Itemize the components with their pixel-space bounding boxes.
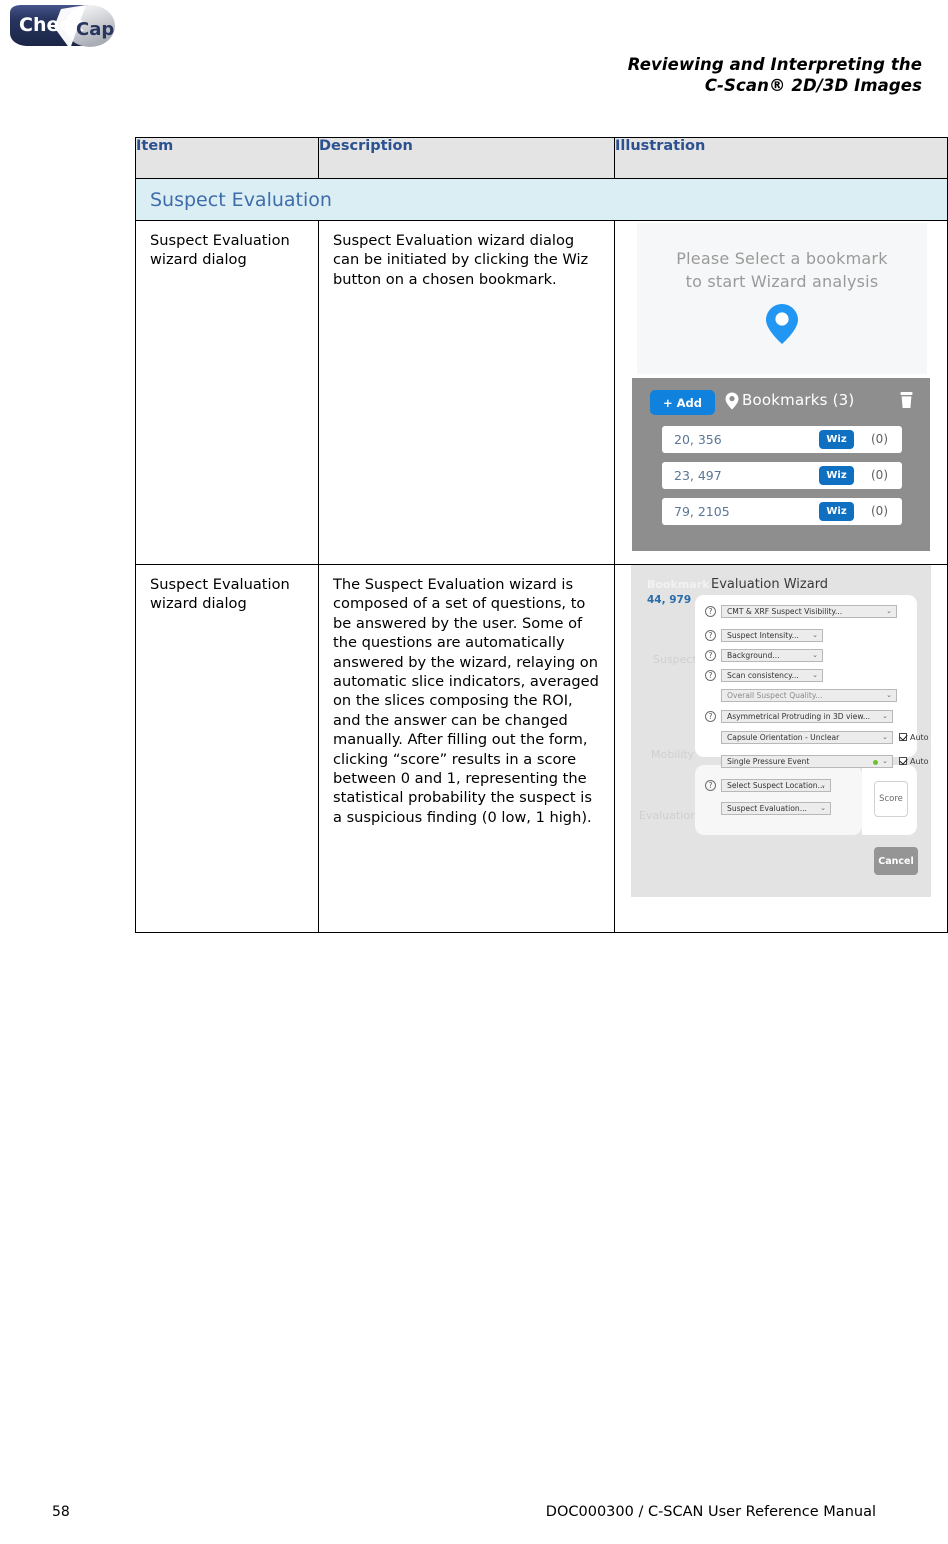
auto-checkbox-capsule-orientation[interactable]: Auto xyxy=(899,732,929,742)
map-pin-icon xyxy=(765,303,799,349)
row1-item-cell: Suspect Evaluation wizard dialog xyxy=(135,220,319,565)
bookmarks-pin-icon xyxy=(725,392,739,414)
field-single-pressure-event[interactable]: Single Pressure Event ⌄ xyxy=(721,755,893,768)
header-title: Reviewing and Interpreting the C-Scan® 2… xyxy=(422,54,922,96)
field-asymmetrical-protruding-3d[interactable]: Asymmetrical Protruding in 3D view... ⌄ xyxy=(721,710,893,723)
row2-description-text: The Suspect Evaluation wizard is compose… xyxy=(333,576,599,826)
checkcap-logo: Check Cap xyxy=(6,3,118,53)
bookmark-list-item[interactable]: 23, 497 Wiz (0) xyxy=(662,462,902,489)
chevron-down-icon[interactable]: ⌄ xyxy=(886,606,892,617)
row1-description-cell: Suspect Evaluation wizard dialog can be … xyxy=(318,220,615,565)
add-bookmark-button[interactable]: + Add xyxy=(650,390,715,415)
field-scan-consistency[interactable]: Scan consistency... ⌄ xyxy=(721,669,823,682)
help-icon[interactable]: ? xyxy=(705,711,716,722)
bookmark-empty-message: Please Select a bookmark to start Wizard… xyxy=(637,247,927,293)
bookmarks-list-panel: + Add Bookmarks (3) 20, 356 Wiz (0) 23, … xyxy=(632,378,930,551)
checkbox-icon[interactable] xyxy=(899,757,907,765)
help-icon[interactable]: ? xyxy=(705,670,716,681)
wizard-title: Evaluation Wizard xyxy=(711,577,829,592)
wizard-stage-suspect: Suspect xyxy=(653,653,697,666)
bookmarks-list: 20, 356 Wiz (0) 23, 497 Wiz (0) 79, 2105 xyxy=(662,426,902,534)
row2-item-text: Suspect Evaluation wizard dialog xyxy=(150,576,290,613)
row2-illustration-cell: Bookmark 44, 979 Evaluation Wizard Suspe… xyxy=(614,564,948,933)
field-select-suspect-location[interactable]: Select Suspect Location... ⌄ xyxy=(721,779,831,792)
bookmark-score-count: (0) xyxy=(871,468,888,482)
chevron-down-icon[interactable]: ⌄ xyxy=(812,650,818,661)
bookmarks-panel-screenshot: Please Select a bookmark to start Wizard… xyxy=(632,221,930,551)
bookmark-list-item[interactable]: 79, 2105 Wiz (0) xyxy=(662,498,902,525)
column-header-description: Description xyxy=(318,137,615,179)
svg-text:Check: Check xyxy=(19,14,84,36)
row1-item-text: Suspect Evaluation wizard dialog xyxy=(150,232,290,269)
chevron-down-icon[interactable]: ⌄ xyxy=(812,630,818,641)
auto-checkbox-single-pressure-event[interactable]: Auto xyxy=(899,756,929,766)
score-button[interactable]: Score xyxy=(874,781,908,817)
wiz-button[interactable]: Wiz xyxy=(819,430,854,449)
cancel-button[interactable]: Cancel xyxy=(874,847,918,875)
bookmarks-panel-title: Bookmarks (3) xyxy=(742,391,855,409)
header-title-line2: C-Scan® 2D/3D Images xyxy=(704,76,922,95)
bookmark-coordinates: 79, 2105 xyxy=(674,504,730,519)
field-capsule-orientation[interactable]: Capsule Orientation - Unclear ⌄ xyxy=(721,731,893,744)
field-cmt-xrf-suspect-visibility[interactable]: CMT & XRF Suspect Visibility... ⌄ xyxy=(721,605,897,618)
chevron-down-icon[interactable]: ⌄ xyxy=(812,670,818,681)
wizard-bookmark-coords: 44, 979 xyxy=(647,594,692,606)
wiz-button[interactable]: Wiz xyxy=(819,466,854,485)
section-heading-row: Suspect Evaluation xyxy=(135,178,948,221)
header-title-line1: Reviewing and Interpreting the xyxy=(627,55,922,74)
wizard-bookmark-label: Bookmark xyxy=(647,578,710,591)
chevron-down-icon[interactable]: ⌄ xyxy=(882,711,888,722)
row2-item-cell: Suspect Evaluation wizard dialog xyxy=(135,564,319,933)
help-icon[interactable]: ? xyxy=(705,780,716,791)
wizard-evaluation-card xyxy=(695,765,862,835)
bookmark-empty-state: Please Select a bookmark to start Wizard… xyxy=(637,223,927,374)
page-header: Check Cap Reviewing and Interpreting the… xyxy=(0,0,948,120)
bookmark-list-item[interactable]: 20, 356 Wiz (0) xyxy=(662,426,902,453)
section-title: Suspect Evaluation xyxy=(135,178,948,221)
chevron-down-icon[interactable]: ⌄ xyxy=(882,756,888,767)
page-number: 58 xyxy=(52,1504,70,1520)
column-header-illustration: Illustration xyxy=(614,137,948,179)
table-row: Suspect Evaluation wizard dialog Suspect… xyxy=(135,220,948,565)
help-icon[interactable]: ? xyxy=(705,606,716,617)
chevron-down-icon[interactable]: ⌄ xyxy=(886,690,892,701)
field-background[interactable]: Background... ⌄ xyxy=(721,649,823,662)
bookmark-coordinates: 20, 356 xyxy=(674,432,722,447)
chevron-down-icon[interactable]: ⌄ xyxy=(882,732,888,743)
page-footer: 58 DOC000300 / C-SCAN User Reference Man… xyxy=(0,1504,948,1526)
wiz-button[interactable]: Wiz xyxy=(819,502,854,521)
table-header-row: Item Description Illustration xyxy=(135,137,948,179)
field-suspect-evaluation[interactable]: Suspect Evaluation... ⌄ xyxy=(721,802,831,815)
checkbox-icon[interactable] xyxy=(899,733,907,741)
document-reference: DOC000300 / C-SCAN User Reference Manual xyxy=(545,1504,876,1520)
content-table: Item Description Illustration Suspect Ev… xyxy=(135,137,948,933)
row1-illustration-cell: Please Select a bookmark to start Wizard… xyxy=(614,220,948,565)
wizard-stage-mobility: Mobility xyxy=(651,748,695,761)
help-icon[interactable]: ? xyxy=(705,650,716,661)
field-suspect-intensity[interactable]: Suspect Intensity... ⌄ xyxy=(721,629,823,642)
help-icon[interactable]: ? xyxy=(705,630,716,641)
wizard-stage-evaluation: Evaluation xyxy=(639,809,698,822)
field-overall-suspect-quality[interactable]: Overall Suspect Quality... ⌄ xyxy=(721,689,897,702)
bookmark-empty-line1: Please Select a bookmark xyxy=(676,249,888,268)
column-header-item: Item xyxy=(135,137,319,179)
row1-description-text: Suspect Evaluation wizard dialog can be … xyxy=(333,232,589,288)
bookmark-score-count: (0) xyxy=(871,504,888,518)
table-row: Suspect Evaluation wizard dialog The Sus… xyxy=(135,564,948,933)
evaluation-wizard-screenshot: Bookmark 44, 979 Evaluation Wizard Suspe… xyxy=(631,565,931,897)
chevron-down-icon[interactable]: ⌄ xyxy=(820,780,826,791)
bookmark-empty-line2: to start Wizard analysis xyxy=(685,272,879,291)
row2-description-cell: The Suspect Evaluation wizard is compose… xyxy=(318,564,615,933)
bookmark-score-count: (0) xyxy=(871,432,888,446)
delete-bookmarks-icon[interactable] xyxy=(899,391,914,413)
status-dot-icon xyxy=(873,760,878,765)
svg-text:Cap: Cap xyxy=(76,19,114,40)
chevron-down-icon[interactable]: ⌄ xyxy=(820,803,826,814)
bookmark-coordinates: 23, 497 xyxy=(674,468,722,483)
